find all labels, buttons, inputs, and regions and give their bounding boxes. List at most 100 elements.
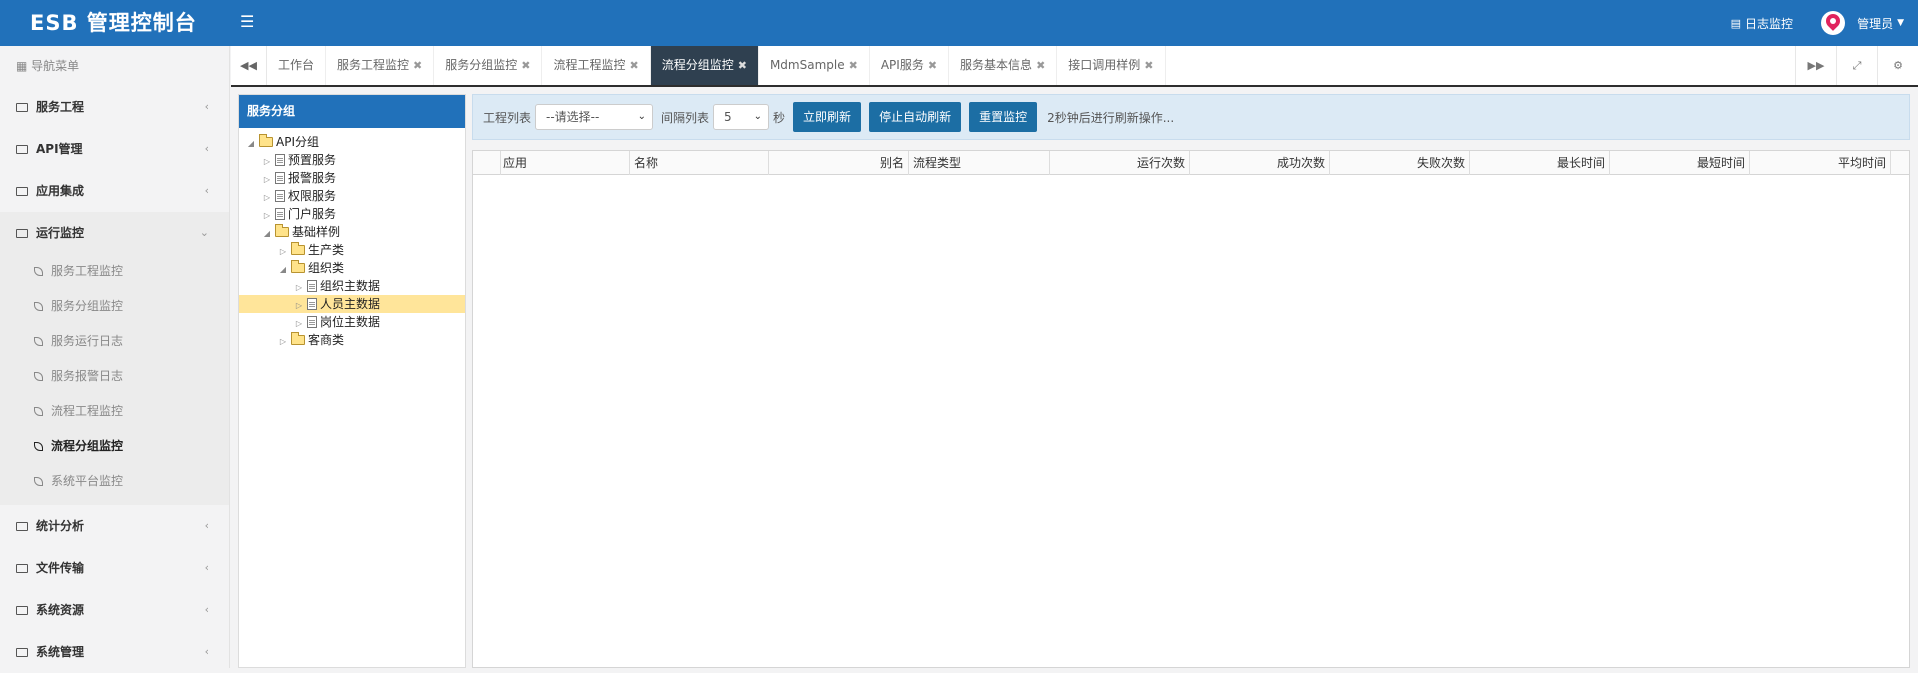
grid-header-run-count[interactable]: 运行次数 — [1050, 151, 1190, 175]
tree-node-preset[interactable]: ▷ 预置服务 — [239, 151, 465, 169]
tree-node-customer[interactable]: ▷ 客商类 — [239, 331, 465, 349]
header-right: ▤ 日志监控 管理员 ▼ — [1731, 0, 1904, 46]
grid-header-name[interactable]: 名称 — [630, 151, 769, 175]
sidebar-item-service-project[interactable]: 服务工程 ‹ — [0, 86, 229, 128]
close-icon[interactable]: ✖ — [413, 59, 422, 72]
sidebar-item-integration[interactable]: 应用集成 ‹ — [0, 170, 229, 212]
tab-interface-sample[interactable]: 接口调用样例 ✖ — [1057, 46, 1166, 85]
chevron-left-icon: ‹ — [204, 645, 209, 658]
close-icon[interactable]: ✖ — [1036, 59, 1045, 72]
user-avatar-icon[interactable] — [1821, 11, 1846, 35]
chevron-left-icon: ‹ — [204, 603, 209, 616]
leaf-icon — [34, 302, 43, 311]
chevron-left-icon: ‹ — [204, 142, 209, 155]
tree-node-basic-sample[interactable]: ◢ 基础样例 — [239, 223, 465, 241]
sidebar: ▦ 导航菜单 服务工程 ‹ API管理 ‹ 应用集成 ‹ 运行监控 ⌄ 服务工程监控 服… — [0, 46, 230, 668]
tree-node-person-master[interactable]: ▷ 人员主数据 — [239, 295, 465, 313]
tree-node-production[interactable]: ▷ 生产类 — [239, 241, 465, 259]
close-icon[interactable]: ✖ — [849, 59, 858, 72]
grid-header-avg-time[interactable]: 平均时间 — [1750, 151, 1891, 175]
document-icon — [275, 154, 285, 166]
tree-node-api-group[interactable]: ◢ API分组 — [239, 133, 465, 151]
interval-select[interactable]: 5 ⌄ — [713, 104, 770, 130]
folder-icon — [291, 332, 305, 345]
tab-workbench[interactable]: 工作台 — [267, 46, 327, 85]
sidebar-item-api[interactable]: API管理 ‹ — [0, 128, 229, 170]
chevron-left-icon: ‹ — [204, 561, 209, 574]
sidebar-subitem-service-alarm-log[interactable]: 服务报警日志 — [0, 359, 229, 394]
folder-open-icon — [291, 260, 305, 273]
monitor-toolbar: 工程列表 --请选择-- ⌄ 间隔列表 5 ⌄ 秒 立即刷新 停止自动刷新 重置监控… — [472, 94, 1910, 140]
sidebar-subitem-flow-group-monitor[interactable]: 流程分组监控 — [0, 429, 229, 464]
tab-mdm-sample[interactable]: MdmSample ✖ — [759, 46, 870, 85]
monitor-grid: 应用 名称 别名 流程类型 运行次数 成功次数 失败次数 最长时间 最短时间 平… — [472, 150, 1910, 668]
grid-header-alias[interactable]: 别名 — [769, 151, 909, 175]
project-select[interactable]: --请选择-- ⌄ — [535, 104, 654, 130]
fullscreen-icon[interactable]: ⤢ — [1836, 46, 1877, 85]
folder-open-icon — [259, 134, 273, 147]
reset-monitor-button[interactable]: 重置监控 — [969, 102, 1038, 132]
folder-icon — [16, 648, 28, 657]
chevron-down-icon: ⌄ — [199, 226, 209, 239]
monitor-panel: 工程列表 --请选择-- ⌄ 间隔列表 5 ⌄ 秒 立即刷新 停止自动刷新 重置监控… — [472, 94, 1910, 668]
leaf-icon — [34, 477, 43, 486]
folder-icon — [16, 606, 28, 615]
sidebar-subitem-platform-monitor[interactable]: 系统平台监控 — [0, 464, 229, 499]
tab-service-group-monitor[interactable]: 服务分组监控 ✖ — [434, 46, 543, 85]
sidebar-subitem-service-run-log[interactable]: 服务运行日志 — [0, 324, 229, 359]
stop-auto-refresh-button[interactable]: 停止自动刷新 — [869, 102, 962, 132]
folder-icon — [16, 564, 28, 573]
grid-header-success-count[interactable]: 成功次数 — [1190, 151, 1330, 175]
sidebar-subitem-service-group-monitor[interactable]: 服务分组监控 — [0, 289, 229, 324]
leaf-icon — [34, 337, 43, 346]
sidebar-item-file-transfer[interactable]: 文件传输 ‹ — [0, 547, 229, 589]
tab-service-basic-info[interactable]: 服务基本信息 ✖ — [949, 46, 1058, 85]
close-icon[interactable]: ✖ — [738, 59, 747, 72]
tab-flow-project-monitor[interactable]: 流程工程监控 ✖ — [542, 46, 651, 85]
grid-header-app[interactable]: 应用 — [501, 151, 630, 175]
sidebar-item-runtime-monitor[interactable]: 运行监控 ⌄ — [0, 212, 229, 254]
user-menu[interactable]: 管理员 ▼ — [1857, 15, 1904, 32]
folder-icon — [16, 522, 28, 531]
sidebar-item-system-resources[interactable]: 系统资源 ‹ — [0, 589, 229, 631]
tab-service-project-monitor[interactable]: 服务工程监控 ✖ — [326, 46, 435, 85]
document-icon — [275, 172, 285, 184]
grid-header: 应用 名称 别名 流程类型 运行次数 成功次数 失败次数 最长时间 最短时间 平… — [473, 151, 1909, 175]
sidebar-item-system-admin[interactable]: 系统管理 ‹ — [0, 631, 229, 673]
menu-toggle-icon[interactable]: ☰ — [240, 12, 254, 31]
refresh-now-button[interactable]: 立即刷新 — [793, 102, 862, 132]
grid-icon: ▦ — [16, 59, 28, 73]
grid-header-max-time[interactable]: 最长时间 — [1470, 151, 1610, 175]
close-icon[interactable]: ✖ — [630, 59, 639, 72]
chevron-left-icon: ‹ — [204, 184, 209, 197]
gear-icon[interactable]: ⚙ — [1877, 46, 1918, 85]
close-icon[interactable]: ✖ — [521, 59, 530, 72]
chevron-left-icon: ‹ — [204, 100, 209, 113]
log-monitor-link[interactable]: ▤ 日志监控 — [1731, 15, 1793, 32]
group-tree: ◢ API分组 ▷ 预置服务 ▷ 报警服务 ▷ 权限服务 ▷ 门户服务 ◢ 基础样例 ▷ 生产… — [239, 128, 465, 349]
tree-node-org-master[interactable]: ▷ 组织主数据 — [239, 277, 465, 295]
tree-node-post-master[interactable]: ▷ 岗位主数据 — [239, 313, 465, 331]
sidebar-subitem-service-project-monitor[interactable]: 服务工程监控 — [0, 254, 229, 289]
tab-scroll-right-icon[interactable]: ▶▶ — [1795, 46, 1836, 85]
tree-node-alarm[interactable]: ▷ 报警服务 — [239, 169, 465, 187]
project-list-label: 工程列表 — [483, 110, 532, 125]
sidebar-subitem-flow-project-monitor[interactable]: 流程工程监控 — [0, 394, 229, 429]
interval-list-label: 间隔列表 — [661, 110, 710, 125]
tree-node-permission[interactable]: ▷ 权限服务 — [239, 187, 465, 205]
sidebar-item-statistics[interactable]: 统计分析 ‹ — [0, 505, 229, 547]
runtime-monitor-submenu: 服务工程监控 服务分组监控 服务运行日志 服务报警日志 流程工程监控 流程分组监… — [0, 254, 229, 505]
collapsed-arrow-icon[interactable]: ▷ — [277, 333, 289, 351]
grid-header-fail-count[interactable]: 失败次数 — [1330, 151, 1470, 175]
grid-header-flow-type[interactable]: 流程类型 — [909, 151, 1050, 175]
tab-api-service[interactable]: API服务 ✖ — [870, 46, 950, 85]
close-icon[interactable]: ✖ — [928, 59, 937, 72]
tab-scroll-left-icon[interactable]: ◀◀ — [231, 46, 267, 85]
tab-flow-group-monitor[interactable]: 流程分组监控 ✖ — [650, 46, 759, 85]
close-icon[interactable]: ✖ — [1144, 59, 1153, 72]
tab-bar: ◀◀ 工作台 服务工程监控 ✖ 服务分组监控 ✖ 流程工程监控 ✖ 流程分组监控 ✖ M… — [231, 46, 1918, 87]
grid-header-min-time[interactable]: 最短时间 — [1610, 151, 1750, 175]
tree-node-portal[interactable]: ▷ 门户服务 — [239, 205, 465, 223]
grid-header-rownum — [473, 151, 501, 175]
tree-node-organization[interactable]: ◢ 组织类 — [239, 259, 465, 277]
